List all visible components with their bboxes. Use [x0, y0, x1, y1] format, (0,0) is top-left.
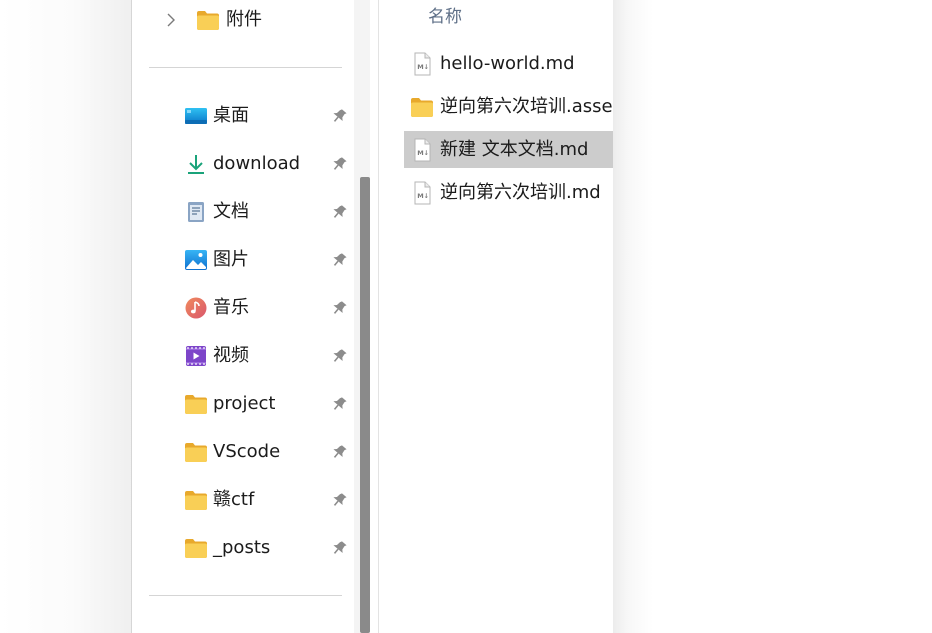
nav-item-ganctf[interactable]: 赣ctf — [133, 480, 354, 520]
column-header-name[interactable]: 名称 — [428, 6, 462, 28]
nav-item-videos[interactable]: 视频 — [133, 336, 354, 376]
desktop-icon — [185, 108, 207, 124]
file-row-new-text-doc[interactable]: M↓ 新建 文本文档.md — [404, 131, 613, 168]
file-name: hello-world.md — [440, 53, 575, 74]
pin-icon[interactable] — [330, 491, 348, 509]
nav-item-label: 图片 — [213, 249, 249, 270]
nav-item-label: 桌面 — [213, 105, 249, 126]
file-list-pane: 名称 M↓ hello-world.md 逆向第六次培训.assets M↓ 新… — [380, 0, 613, 633]
nav-item-label: 音乐 — [213, 297, 249, 318]
documents-icon — [188, 202, 204, 222]
file-row-hello-world[interactable]: M↓ hello-world.md — [404, 45, 613, 82]
nav-item-desktop[interactable]: 桌面 — [133, 96, 354, 136]
svg-text:M↓: M↓ — [417, 149, 429, 157]
nav-item-label: 赣ctf — [213, 489, 255, 510]
nav-item-label: 附件 — [226, 9, 262, 30]
download-icon — [188, 155, 204, 174]
file-row-reverse-training-md[interactable]: M↓ 逆向第六次培训.md — [404, 174, 613, 211]
folder-icon — [197, 11, 219, 30]
music-icon — [185, 297, 207, 319]
nav-item-label: download — [213, 153, 301, 174]
nav-item-documents[interactable]: 文档 — [133, 192, 354, 232]
pin-icon[interactable] — [330, 539, 348, 557]
pin-icon[interactable] — [330, 395, 348, 413]
pin-icon[interactable] — [330, 299, 348, 317]
pin-icon[interactable] — [330, 155, 348, 173]
nav-item-label: _posts — [213, 537, 271, 558]
nav-item-label: 文档 — [213, 201, 249, 222]
pin-icon[interactable] — [330, 107, 348, 125]
nav-item-pictures[interactable]: 图片 — [133, 240, 354, 280]
markdown-file-icon: M↓ — [414, 181, 431, 205]
file-name: 新建 文本文档.md — [440, 139, 589, 160]
desktop-background-right — [613, 0, 932, 633]
file-name: 逆向第六次培训.md — [440, 182, 601, 203]
videos-icon — [186, 346, 206, 366]
pictures-icon — [185, 250, 207, 270]
nav-item-label: 视频 — [213, 345, 249, 366]
folder-icon — [185, 539, 207, 558]
file-explorer-window: 附件 桌面 download 文档 图片 音乐 视频 project VScod… — [131, 0, 613, 633]
file-name: 逆向第六次培训.assets — [440, 96, 613, 117]
file-row-assets-folder[interactable]: 逆向第六次培训.assets — [404, 88, 613, 125]
pane-separator[interactable] — [378, 0, 379, 633]
pin-icon[interactable] — [330, 443, 348, 461]
navigation-pane: 附件 桌面 download 文档 图片 音乐 视频 project VScod… — [133, 0, 354, 633]
folder-icon — [185, 395, 207, 414]
nav-item-label: project — [213, 393, 276, 414]
nav-item-music[interactable]: 音乐 — [133, 288, 354, 328]
nav-divider — [149, 67, 342, 68]
nav-item-posts[interactable]: _posts — [133, 528, 354, 568]
nav-scrollbar-thumb[interactable] — [360, 177, 370, 633]
nav-item-project[interactable]: project — [133, 384, 354, 424]
chevron-right-icon[interactable] — [161, 10, 181, 30]
pin-icon[interactable] — [330, 347, 348, 365]
markdown-file-icon: M↓ — [414, 52, 431, 76]
pin-icon[interactable] — [330, 251, 348, 269]
desktop-background-left — [0, 0, 132, 633]
pin-icon[interactable] — [330, 203, 348, 221]
nav-item-vscode[interactable]: VScode — [133, 432, 354, 472]
svg-text:M↓: M↓ — [417, 192, 429, 200]
folder-icon — [411, 98, 433, 117]
nav-item-attachments[interactable]: 附件 — [133, 0, 354, 40]
folder-icon — [185, 443, 207, 462]
nav-item-label: VScode — [213, 441, 281, 462]
markdown-file-icon: M↓ — [414, 138, 431, 162]
svg-text:M↓: M↓ — [417, 63, 429, 71]
nav-divider — [149, 595, 342, 596]
nav-item-download[interactable]: download — [133, 144, 354, 184]
folder-icon — [185, 491, 207, 510]
